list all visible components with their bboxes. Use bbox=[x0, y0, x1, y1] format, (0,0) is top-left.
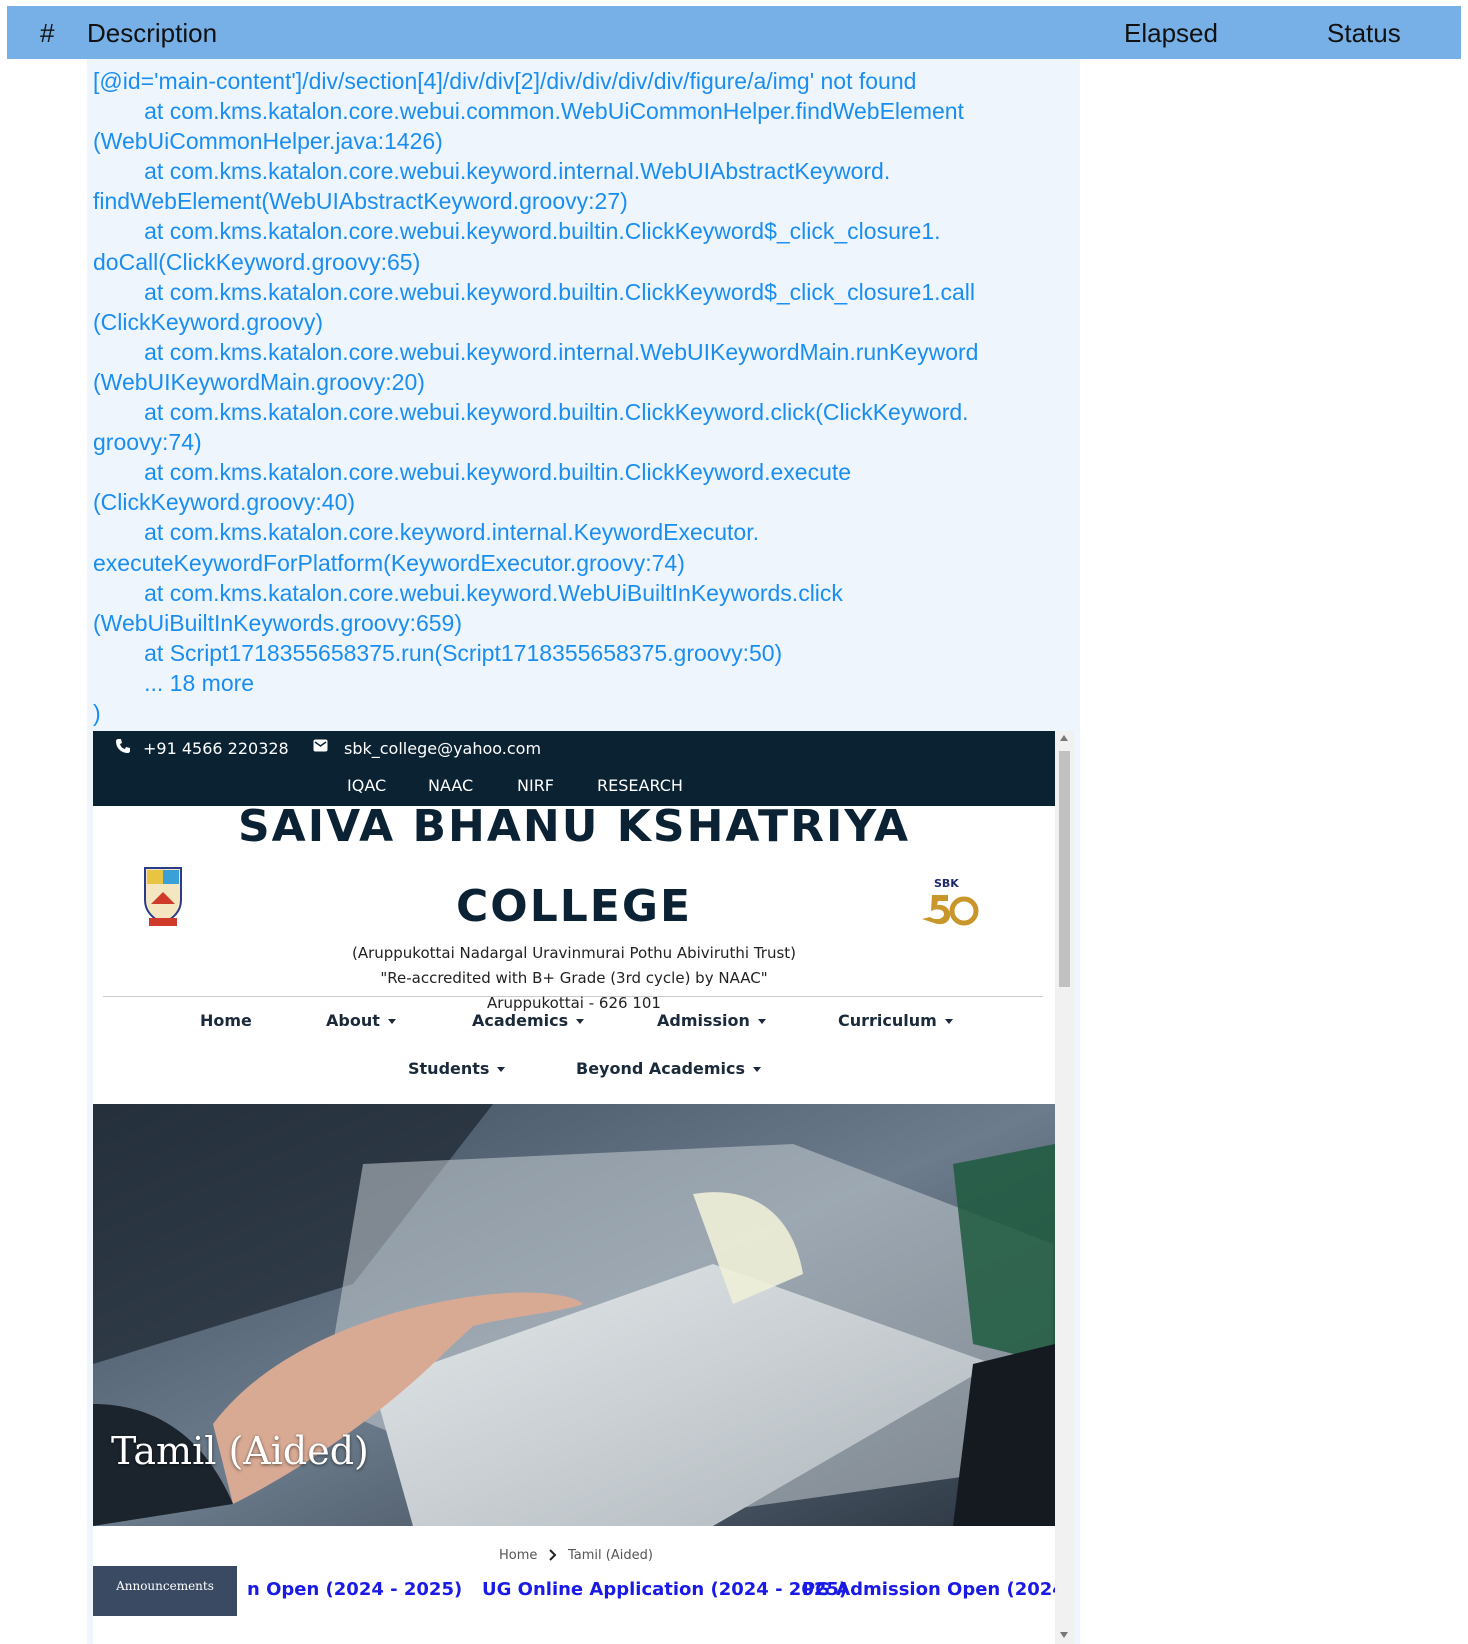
top-link-naac[interactable]: NAAC bbox=[428, 776, 473, 796]
nav-curriculum-label: Curriculum bbox=[838, 1011, 937, 1030]
error-stack-trace: [@id='main-content']/div/section[4]/div/… bbox=[93, 68, 979, 726]
breadcrumb-current: Tamil (Aided) bbox=[568, 1548, 653, 1563]
nav-home[interactable]: Home bbox=[200, 1011, 252, 1030]
site-phone: +91 4566 220328 bbox=[143, 739, 289, 758]
caret-down-icon bbox=[757, 1019, 766, 1024]
announcements-label: Announcements bbox=[93, 1566, 237, 1616]
envelope-icon bbox=[313, 739, 328, 752]
announcement-link-3[interactable]: PG Admission Open (2024 - bbox=[802, 1579, 1074, 1600]
chevron-right-icon bbox=[549, 1549, 557, 1561]
hero-page-title: Tamil (Aided) bbox=[111, 1429, 369, 1473]
site-email[interactable]: sbk_college@yahoo.com bbox=[344, 739, 541, 759]
nav-admission-label: Admission bbox=[657, 1011, 750, 1030]
nav-about-label: About bbox=[326, 1011, 380, 1030]
accreditation-note: "Re-accredited with B+ Grade (3rd cycle)… bbox=[380, 969, 768, 987]
column-header-status: Status bbox=[1327, 18, 1401, 48]
scroll-up-arrow-icon[interactable] bbox=[1060, 735, 1068, 741]
hero-banner: Tamil (Aided) bbox=[93, 1104, 1055, 1526]
breadcrumb-home[interactable]: Home bbox=[499, 1548, 537, 1563]
phone-icon bbox=[116, 739, 130, 753]
top-link-research[interactable]: RESEARCH bbox=[597, 776, 683, 796]
top-link-iqac[interactable]: IQAC bbox=[347, 776, 386, 796]
failure-screenshot: +91 4566 220328 sbk_college@yahoo.com IQ… bbox=[93, 731, 1074, 1644]
caret-down-icon bbox=[387, 1019, 396, 1024]
nav-beyond-academics[interactable]: Beyond Academics bbox=[576, 1059, 762, 1078]
nav-admission[interactable]: Admission bbox=[657, 1011, 766, 1030]
nav-about[interactable]: About bbox=[326, 1011, 396, 1030]
nav-beyond-academics-label: Beyond Academics bbox=[576, 1059, 746, 1078]
column-header-number: # bbox=[40, 18, 55, 48]
college-title-line-1: SAIVA BHANU KSHATRIYA bbox=[237, 801, 911, 852]
trust-name: (Aruppukottai Nadargal Uravinmurai Pothu… bbox=[351, 944, 797, 962]
nav-academics-label: Academics bbox=[472, 1011, 569, 1030]
caret-down-icon bbox=[944, 1019, 953, 1024]
column-header-elapsed: Elapsed bbox=[1124, 18, 1218, 48]
nav-students-label: Students bbox=[408, 1059, 490, 1078]
nav-curriculum[interactable]: Curriculum bbox=[838, 1011, 953, 1030]
caret-down-icon bbox=[753, 1067, 762, 1072]
announcement-link-2[interactable]: UG Online Application (2024 - 2025) bbox=[482, 1579, 847, 1600]
scroll-down-arrow-icon[interactable] bbox=[1060, 1632, 1068, 1638]
caret-down-icon bbox=[576, 1019, 585, 1024]
top-link-nirf[interactable]: NIRF bbox=[517, 776, 554, 796]
nav-academics[interactable]: Academics bbox=[472, 1011, 585, 1030]
nav-home-label: Home bbox=[200, 1011, 252, 1030]
scrollbar-thumb[interactable] bbox=[1059, 751, 1070, 987]
nav-students[interactable]: Students bbox=[408, 1059, 506, 1078]
college-title-line-2: COLLEGE bbox=[456, 881, 692, 932]
column-header-description: Description bbox=[87, 18, 218, 48]
caret-down-icon bbox=[497, 1067, 506, 1072]
announcement-link-1[interactable]: n Open (2024 - 2025) bbox=[247, 1579, 462, 1600]
report-table-header: # Description Elapsed Status bbox=[7, 6, 1461, 59]
site-topbar: +91 4566 220328 sbk_college@yahoo.com IQ… bbox=[93, 731, 1055, 806]
screenshot-scrollbar[interactable] bbox=[1055, 731, 1074, 1644]
college-address: Aruppukottai - 626 101 bbox=[487, 994, 661, 1012]
